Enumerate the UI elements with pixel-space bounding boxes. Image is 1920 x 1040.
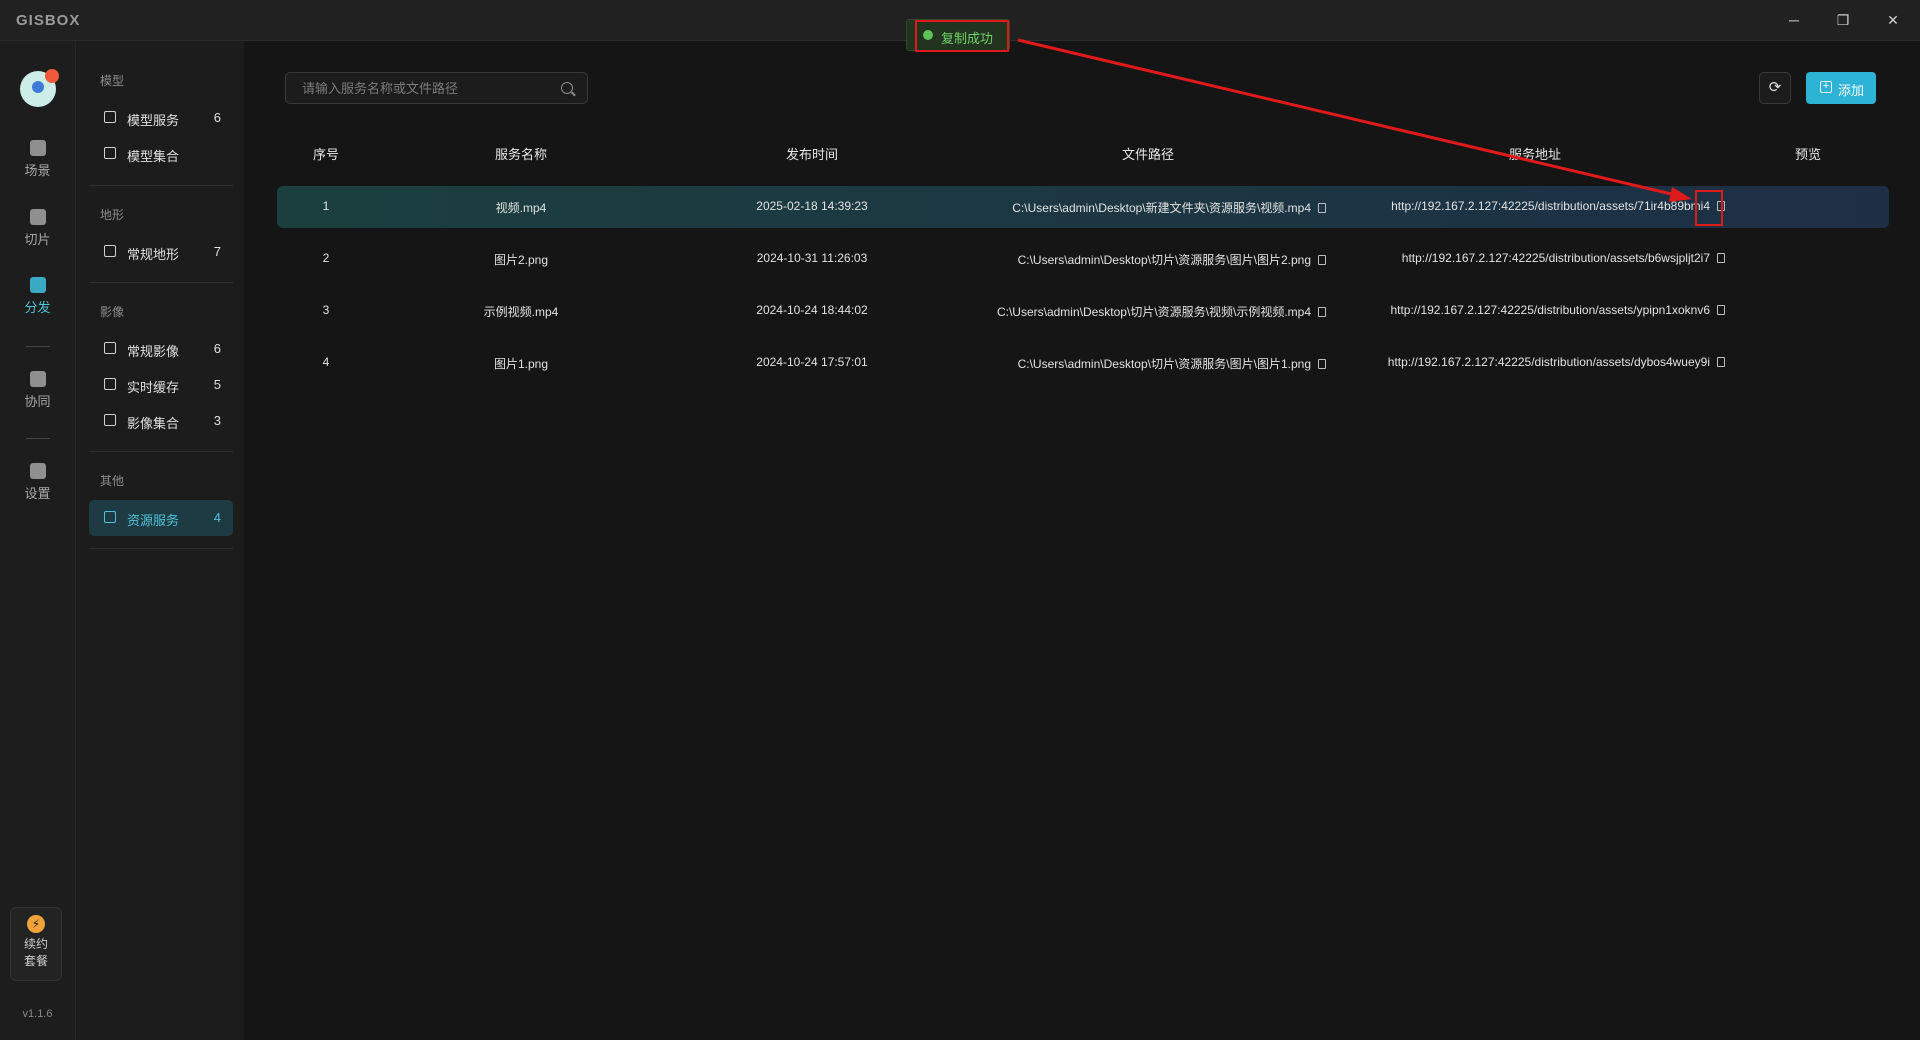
- group-title-imagery: 影像: [100, 305, 125, 319]
- header-name: 服务名称: [494, 147, 547, 162]
- sidebar-item-imagery-collection[interactable]: 影像集合 3: [89, 403, 233, 439]
- model-icon: [104, 111, 116, 123]
- sidebar-divider: [89, 451, 233, 452]
- sidebar-item-imagery[interactable]: 常规影像 6: [89, 331, 233, 367]
- group-title-terrain: 地形: [100, 208, 125, 222]
- imagery-icon: [104, 342, 116, 354]
- scene-icon: [29, 140, 46, 156]
- close-icon[interactable]: ✕: [1883, 10, 1903, 30]
- table-row[interactable]: 1 视频.mp4 2025-02-18 14:39:23 C:\Users\ad…: [277, 186, 1889, 228]
- cell-path: C:\Users\admin\Desktop\切片\资源服务\图片\图片1.pn…: [966, 355, 1326, 372]
- copy-icon[interactable]: [1717, 253, 1725, 263]
- header-index: 序号: [312, 147, 339, 162]
- rail-item-distribute[interactable]: 分发: [0, 277, 75, 316]
- header-preview: 预览: [1794, 147, 1821, 162]
- renew-plan-button[interactable]: ⚡ 续约 套餐: [10, 907, 62, 981]
- imagery-icon: [104, 414, 116, 426]
- cell-name: 视频.mp4: [495, 201, 547, 215]
- model-icon: [104, 147, 116, 159]
- sidebar-item-model-collection[interactable]: 模型集合: [89, 136, 233, 172]
- header-time: 发布时间: [785, 147, 838, 162]
- cell-url: http://192.167.2.127:42225/distribution/…: [1317, 251, 1725, 265]
- app-logo: GISBOX: [16, 12, 81, 29]
- annotation-box-toast: [915, 20, 1009, 52]
- cell-name: 示例视频.mp4: [483, 305, 559, 319]
- rail-divider: [26, 346, 50, 347]
- sidebar-item-terrain[interactable]: 常规地形 7: [89, 234, 233, 270]
- header-path: 文件路径: [1121, 147, 1174, 162]
- cell-url: http://192.167.2.127:42225/distribution/…: [1317, 199, 1725, 213]
- sidebar-divider: [89, 548, 233, 549]
- rail-item-settings[interactable]: 设置: [0, 463, 75, 502]
- bolt-icon: ⚡: [27, 915, 45, 933]
- resource-icon: [104, 511, 116, 523]
- collab-icon: [29, 371, 46, 387]
- table-row[interactable]: 2 图片2.png 2024-10-31 11:26:03 C:\Users\a…: [277, 238, 1889, 280]
- cell-url: http://192.167.2.127:42225/distribution/…: [1317, 303, 1725, 317]
- sidebar-item-realtime-cache[interactable]: 实时缓存 5: [89, 367, 233, 403]
- maximize-icon[interactable]: ❐: [1833, 10, 1853, 30]
- cell-url: http://192.167.2.127:42225/distribution/…: [1317, 355, 1725, 369]
- tile-icon: [29, 209, 46, 225]
- copy-icon[interactable]: [1717, 305, 1725, 315]
- cell-time: 2025-02-18 14:39:23: [756, 199, 868, 213]
- category-sidebar: 模型 模型服务 6 模型集合 地形 常规地形 7 影像 常规影像 6 实时缓存 …: [76, 41, 244, 1040]
- cell-name: 图片2.png: [493, 253, 549, 267]
- copy-icon[interactable]: [1717, 357, 1725, 367]
- add-button[interactable]: + 添加: [1806, 72, 1876, 104]
- table-row[interactable]: 4 图片1.png 2024-10-24 17:57:01 C:\Users\a…: [277, 342, 1889, 384]
- plus-icon: +: [1820, 81, 1832, 93]
- sidebar-item-resource-service[interactable]: 资源服务 4: [89, 500, 233, 536]
- cell-time: 2024-10-24 17:57:01: [756, 355, 868, 369]
- cell-time: 2024-10-31 11:26:03: [756, 251, 868, 265]
- group-title-model: 模型: [100, 74, 125, 88]
- search-input[interactable]: [300, 80, 554, 97]
- icon-rail: 场景 切片 分发 协同 设置 ⚡ 续约 套餐 v1.1.6: [0, 41, 76, 1040]
- refresh-button[interactable]: ⟳: [1759, 72, 1791, 104]
- distribute-icon: [29, 277, 46, 293]
- notification-badge: [45, 69, 59, 83]
- sidebar-divider: [89, 282, 233, 283]
- cell-path: C:\Users\admin\Desktop\切片\资源服务\图片\图片2.pn…: [966, 251, 1326, 268]
- group-title-other: 其他: [100, 474, 125, 488]
- cell-path: C:\Users\admin\Desktop\切片\资源服务\视频\示例视频.m…: [966, 303, 1326, 320]
- cell-path: C:\Users\admin\Desktop\新建文件夹\资源服务\视频.mp4: [966, 199, 1326, 216]
- terrain-icon: [104, 245, 116, 257]
- cell-index: 3: [322, 303, 330, 317]
- header-url: 服务地址: [1508, 147, 1561, 162]
- rail-item-collab[interactable]: 协同: [0, 371, 75, 410]
- sidebar-item-model-service[interactable]: 模型服务 6: [89, 100, 233, 136]
- sidebar-divider: [89, 185, 233, 186]
- minimize-icon[interactable]: ─: [1784, 10, 1804, 30]
- cell-name: 图片1.png: [493, 357, 549, 371]
- annotation-box-copy: [1695, 190, 1723, 226]
- rail-divider: [26, 438, 50, 439]
- cell-index: 1: [322, 199, 330, 213]
- cell-index: 2: [322, 251, 330, 265]
- rail-item-scene[interactable]: 场景: [0, 140, 75, 179]
- table-row[interactable]: 3 示例视频.mp4 2024-10-24 18:44:02 C:\Users\…: [277, 290, 1889, 332]
- search-icon[interactable]: [561, 82, 573, 94]
- cell-time: 2024-10-24 18:44:02: [756, 303, 868, 317]
- settings-icon: [29, 463, 46, 479]
- cache-icon: [104, 378, 116, 390]
- cell-index: 4: [322, 355, 330, 369]
- search-box[interactable]: [285, 72, 588, 104]
- rail-item-tile[interactable]: 切片: [0, 209, 75, 248]
- version-label: v1.1.6: [22, 1008, 53, 1020]
